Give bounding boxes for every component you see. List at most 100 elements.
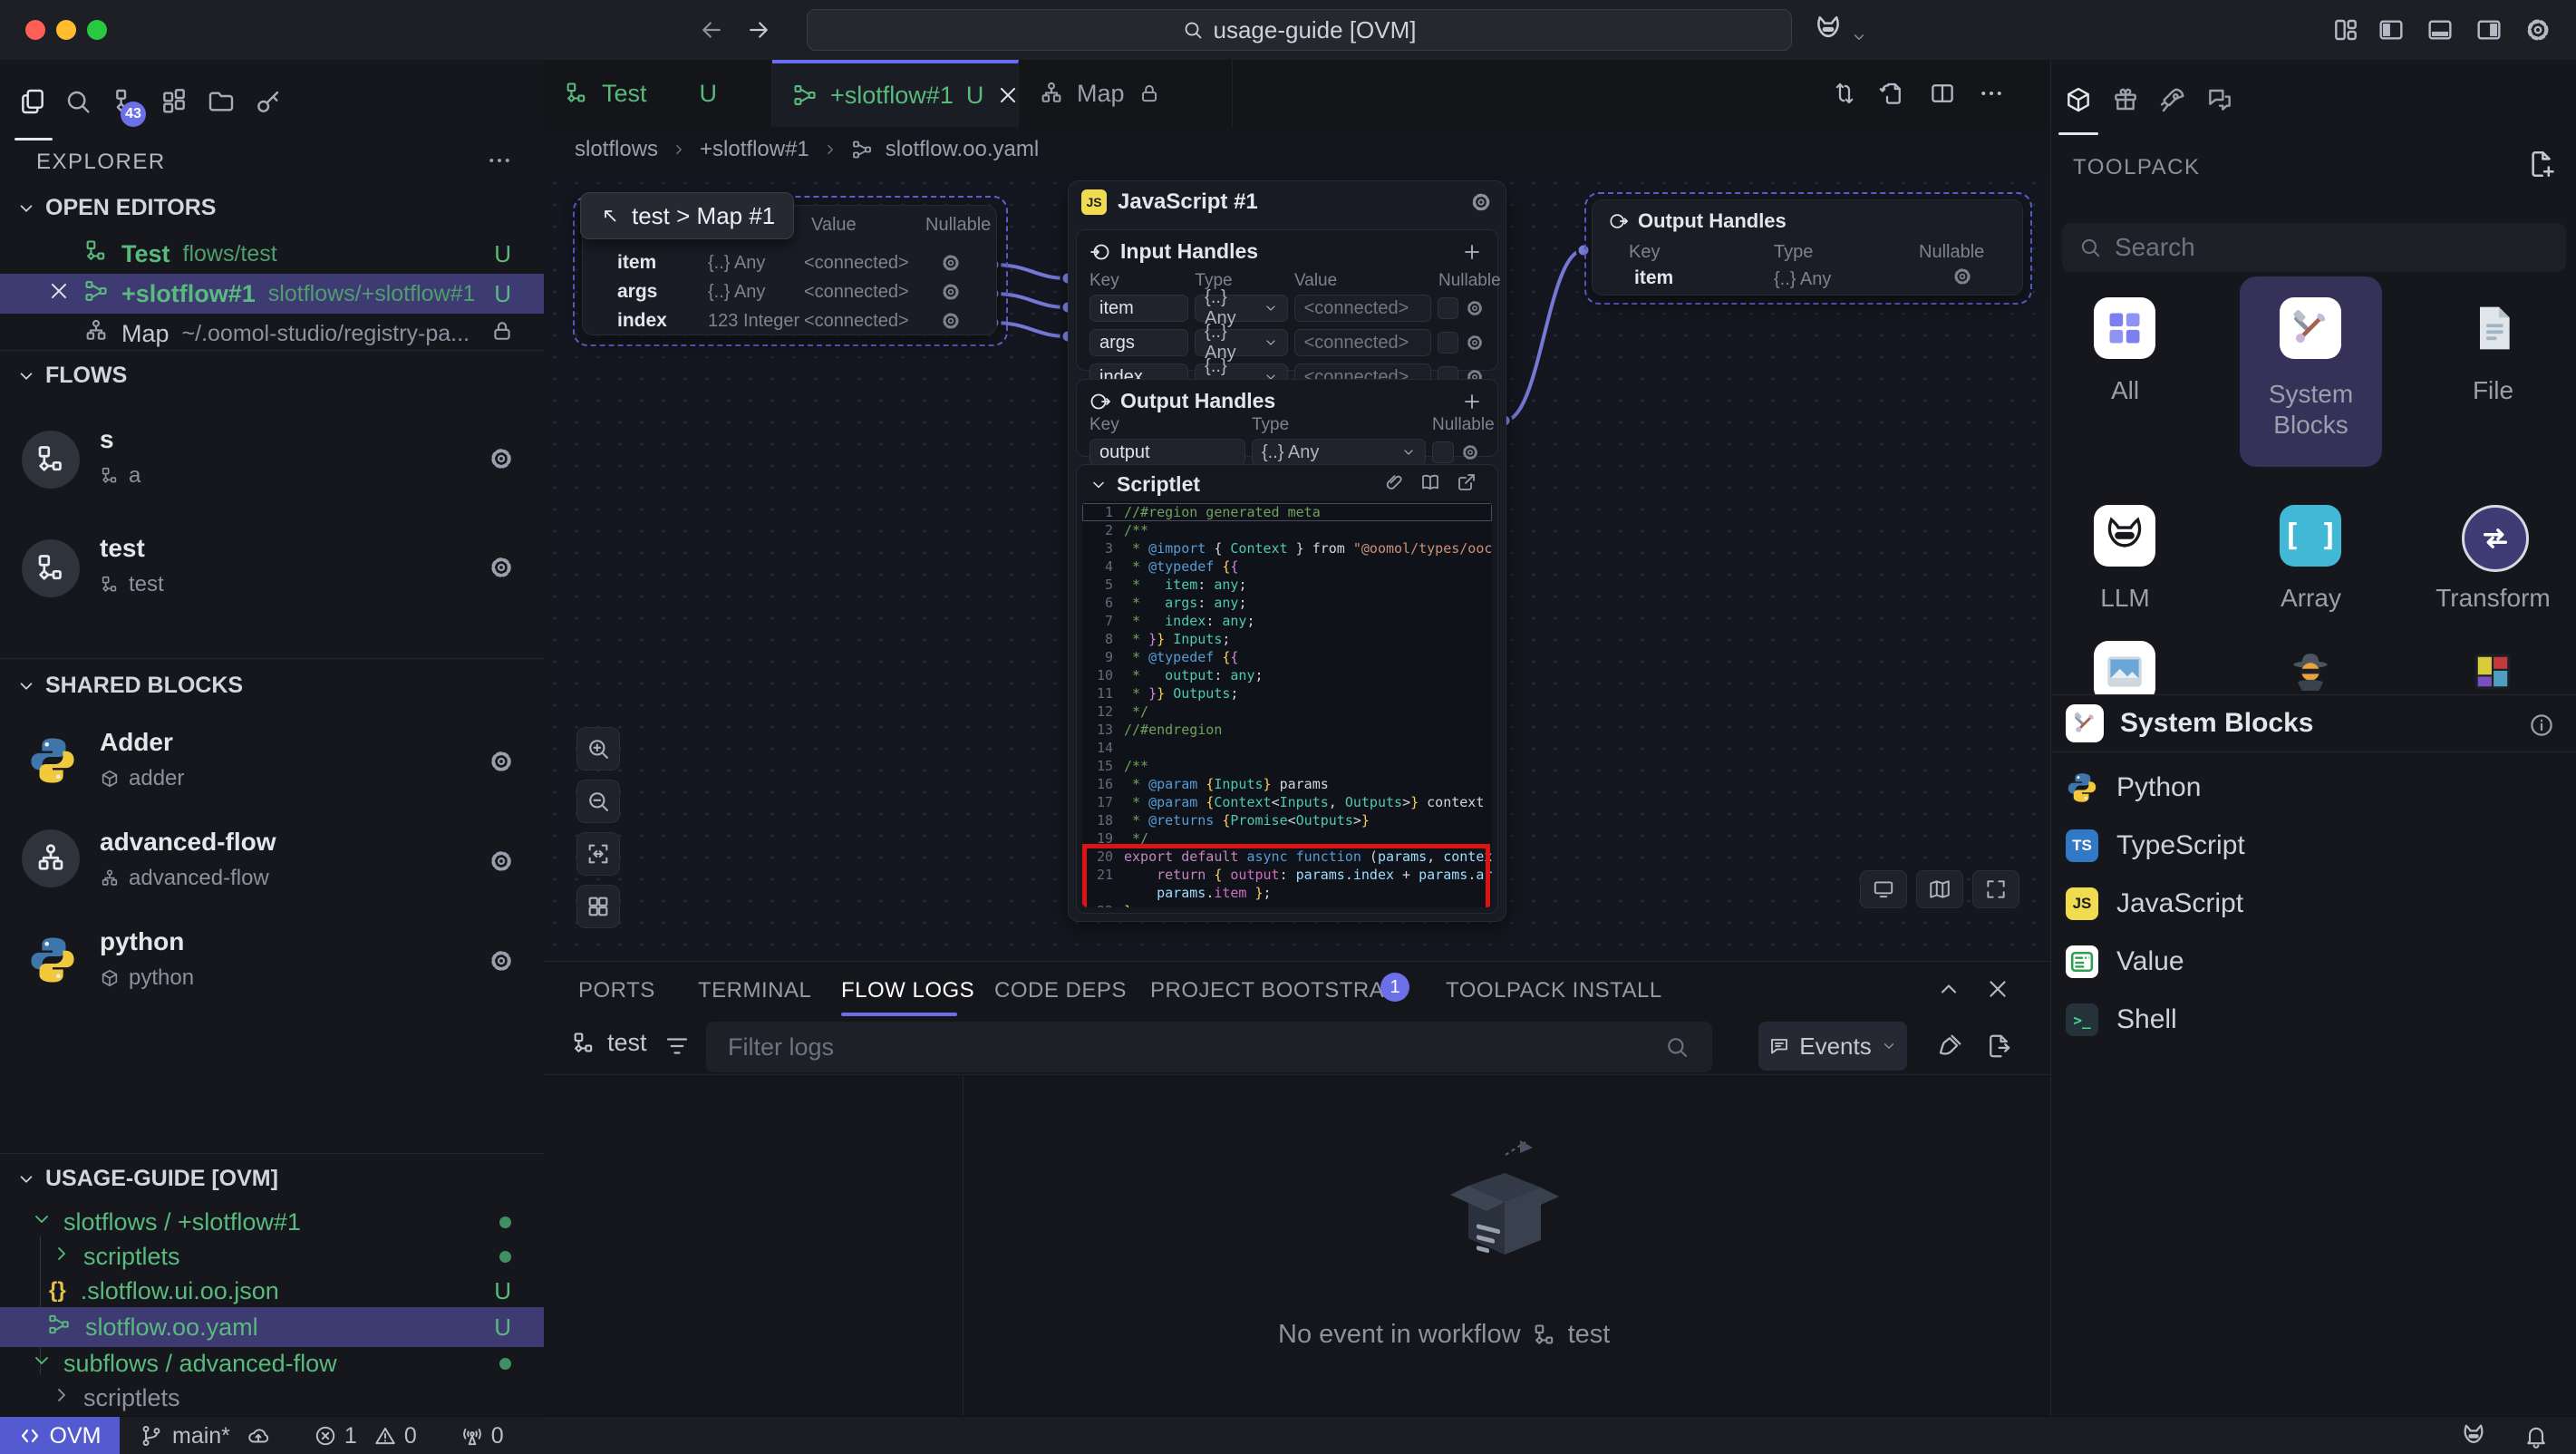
handle-type-select[interactable]: {..} Any	[1195, 329, 1287, 356]
rocket-icon[interactable]	[2158, 85, 2187, 121]
ports-indicator[interactable]: 0	[460, 1423, 504, 1449]
command-center-search[interactable]: usage-guide [OVM]	[807, 9, 1792, 51]
handle-settings-gear-icon[interactable]	[1465, 333, 1485, 353]
category-system-blocks-icon[interactable]	[2280, 297, 2341, 359]
mascot-menu-chevron-icon[interactable]	[1851, 24, 1867, 52]
store-gift-icon[interactable]	[2111, 85, 2140, 121]
category-llm-icon[interactable]	[2094, 505, 2155, 567]
chevron-down-icon[interactable]	[1089, 476, 1108, 494]
category-image-icon[interactable]	[2094, 641, 2155, 703]
docs-book-icon[interactable]	[1419, 471, 1441, 499]
handle-key-field[interactable]: output	[1089, 439, 1245, 466]
tab-toolpack-install[interactable]: TOOLPACK INSTALL	[1446, 978, 1662, 1003]
tab-code-deps[interactable]: CODE DEPS	[994, 978, 1127, 1003]
tab-ports[interactable]: PORTS	[578, 978, 655, 1003]
toggle-right-panel-icon[interactable]	[2474, 15, 2503, 51]
sync-cloud-icon[interactable]	[247, 1424, 270, 1448]
toolpack-search[interactable]: Search	[2062, 223, 2566, 272]
events-filter-select[interactable]: Events	[1758, 1022, 1907, 1071]
close-icon[interactable]	[47, 279, 71, 309]
map-node-title-tag[interactable]: test > Map #1	[580, 192, 794, 239]
zoom-in-button[interactable]	[576, 727, 620, 771]
breadcrumb-slotflow1[interactable]: +slotflow#1	[700, 137, 809, 162]
tab-project-bootstrap[interactable]: PROJECT BOOTSTRAP	[1150, 978, 1399, 1003]
more-actions-icon[interactable]	[1978, 80, 2005, 113]
handle-settings-gear-icon[interactable]	[940, 310, 962, 332]
mascot-menu-icon[interactable]	[1813, 14, 1844, 51]
flow-item-s[interactable]: s a	[0, 412, 544, 512]
maximize-window-button[interactable]	[87, 20, 107, 40]
nullable-checkbox[interactable]	[1438, 297, 1458, 319]
zoom-out-button[interactable]	[576, 780, 620, 823]
open-external-icon[interactable]	[1456, 471, 1477, 499]
category-transform-label[interactable]: Transform	[2422, 583, 2564, 614]
open-editor-item-slotflow[interactable]: +slotflow#1 slotflows/+slotflow#1 U	[0, 274, 544, 314]
maximize-panel-chevron-icon[interactable]	[1936, 976, 1961, 1008]
category-all-label[interactable]: All	[2054, 375, 2196, 406]
category-array-icon[interactable]: [ ]	[2280, 505, 2341, 567]
flow-settings-gear-icon[interactable]	[488, 445, 515, 479]
handle-settings-gear-icon[interactable]	[940, 281, 962, 303]
fit-view-button[interactable]	[576, 832, 620, 876]
category-array-label[interactable]: Array	[2240, 583, 2382, 614]
logs-list-area[interactable]: No event in workflow test	[544, 1074, 2050, 1417]
tree-item-scriptlets-2[interactable]: scriptlets	[0, 1378, 544, 1418]
console-view-button[interactable]	[1860, 870, 1907, 908]
block-item-value[interactable]: Value	[2051, 936, 2576, 987]
split-editor-icon[interactable]	[1929, 80, 1956, 113]
clear-logs-broom-icon[interactable]	[1936, 1032, 1963, 1066]
explorer-more-icon[interactable]	[486, 147, 513, 180]
handle-type-select[interactable]: {..} Any	[1195, 295, 1287, 322]
javascript-node[interactable]: JS JavaScript #1 Input Handles Key Type …	[1068, 180, 1506, 922]
category-system-blocks-label[interactable]: System Blocks	[2240, 379, 2382, 441]
block-item-javascript[interactable]: JS JavaScript	[2051, 878, 2576, 929]
nullable-checkbox[interactable]	[1438, 332, 1458, 354]
toggle-bottom-panel-icon[interactable]	[2426, 15, 2455, 51]
handle-settings-gear-icon[interactable]	[1951, 266, 1973, 287]
block-settings-gear-icon[interactable]	[488, 748, 515, 781]
new-toolpack-file-icon[interactable]	[2526, 149, 2557, 186]
tab-map[interactable]: Map	[1019, 60, 1233, 127]
settings-gear-icon[interactable]	[2523, 15, 2552, 51]
compare-changes-icon[interactable]	[1831, 80, 1858, 113]
chat-icon[interactable]	[2205, 85, 2234, 121]
minimize-window-button[interactable]	[56, 20, 76, 40]
export-logs-icon[interactable]	[1985, 1032, 2012, 1066]
close-tab-icon[interactable]	[996, 83, 1020, 107]
close-panel-icon[interactable]	[1985, 976, 2010, 1008]
log-level-filter-icon[interactable]	[663, 1032, 691, 1066]
category-file-icon[interactable]	[2462, 297, 2523, 359]
handle-type-select[interactable]: {..} Any	[1252, 439, 1426, 466]
customize-layout-icon[interactable]	[2331, 15, 2360, 51]
block-item-typescript[interactable]: TS TypeScript	[2051, 820, 2576, 871]
category-all-icon[interactable]	[2094, 297, 2155, 359]
handle-settings-gear-icon[interactable]	[940, 252, 962, 274]
handle-settings-gear-icon[interactable]	[1460, 442, 1480, 462]
output-node[interactable]: Output Handles Key Type Nullable item {.…	[1592, 199, 2023, 296]
shared-block-python[interactable]: python python	[0, 920, 544, 1011]
add-handle-plus-icon[interactable]	[1461, 391, 1483, 412]
block-item-python[interactable]: Python	[2051, 762, 2576, 813]
toolpack-cube-icon[interactable]	[2064, 85, 2093, 121]
open-editor-item-map[interactable]: Map ~/.oomol-studio/registry-pa...	[0, 314, 544, 354]
category-llm-label[interactable]: LLM	[2054, 583, 2196, 614]
handle-key-field[interactable]: item	[1089, 295, 1188, 322]
tab-test[interactable]: Test U	[544, 60, 772, 127]
node-settings-gear-icon[interactable]	[1469, 190, 1493, 214]
filter-logs-input[interactable]	[706, 1022, 1712, 1072]
shared-block-adder[interactable]: Adder adder	[0, 721, 544, 811]
attach-paperclip-icon[interactable]	[1383, 471, 1405, 499]
handle-settings-gear-icon[interactable]	[1465, 298, 1485, 318]
nav-back-icon[interactable]	[698, 16, 725, 50]
flow-canvas[interactable]: Value Nullable item {..} Any <connected>…	[544, 172, 2050, 1021]
shared-blocks-header[interactable]: SHARED BLOCKS	[0, 673, 560, 699]
category-comic-icon[interactable]	[2462, 641, 2523, 703]
add-handle-plus-icon[interactable]	[1461, 241, 1483, 263]
tab-flow-logs[interactable]: FLOW LOGS	[841, 978, 974, 1003]
flow-item-test[interactable]: test test	[0, 521, 544, 621]
activitybar-folder-icon[interactable]	[207, 87, 236, 122]
tree-item-slotflow-yaml[interactable]: slotflow.oo.yaml U	[0, 1307, 544, 1347]
shared-block-advanced-flow[interactable]: advanced-flow advanced-flow	[0, 820, 544, 911]
nullable-checkbox[interactable]	[1432, 441, 1454, 463]
tree-item-slotflow-ui-json[interactable]: {} .slotflow.ui.oo.json U	[0, 1271, 544, 1311]
